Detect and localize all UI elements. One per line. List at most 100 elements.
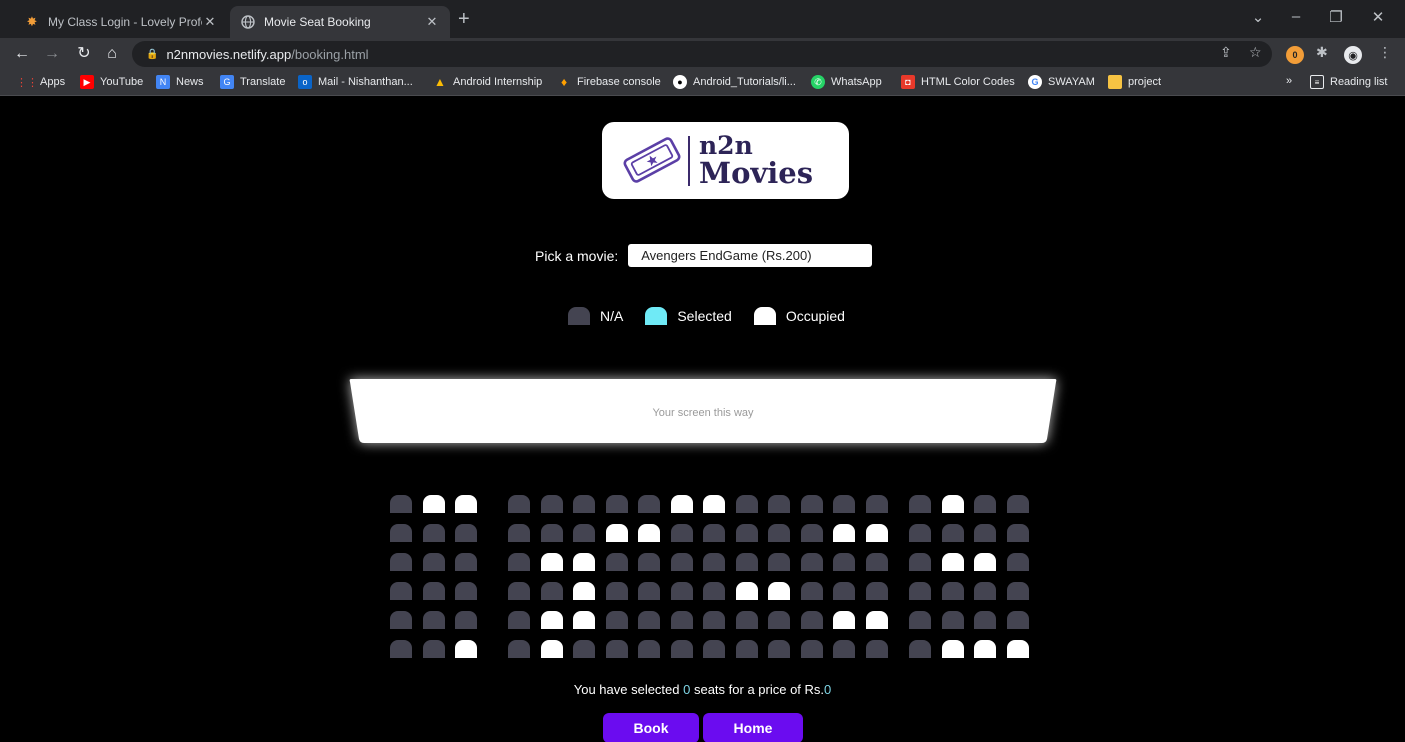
- seat-available[interactable]: [865, 640, 888, 658]
- book-button[interactable]: Book: [603, 713, 699, 742]
- seat-available[interactable]: [1006, 553, 1029, 571]
- window-close-icon[interactable]: ✕: [1368, 8, 1388, 26]
- home-button[interactable]: Home: [703, 713, 803, 742]
- bookmark-whatsapp[interactable]: ✆ WhatsApp: [811, 75, 882, 89]
- seat-available[interactable]: [909, 640, 931, 658]
- seat-available[interactable]: [638, 582, 660, 600]
- seat-available[interactable]: [768, 611, 790, 629]
- bookmark-swayam[interactable]: G SWAYAM: [1028, 75, 1095, 89]
- seat-available[interactable]: [670, 640, 693, 658]
- seat-available[interactable]: [508, 553, 530, 571]
- bookmark-translate[interactable]: G Translate: [220, 75, 285, 89]
- seat-available[interactable]: [974, 582, 996, 600]
- seat-available[interactable]: [670, 582, 693, 600]
- bookmark-html-color-codes[interactable]: ◘ HTML Color Codes: [901, 75, 1015, 89]
- seat-available[interactable]: [670, 524, 693, 542]
- seat-available[interactable]: [508, 582, 530, 600]
- close-icon[interactable]: ✕: [202, 14, 218, 30]
- seat-available[interactable]: [605, 495, 628, 513]
- reading-list[interactable]: ≡ Reading list: [1310, 75, 1387, 89]
- seat-available[interactable]: [768, 524, 790, 542]
- extension-badge-icon[interactable]: 0: [1286, 46, 1304, 64]
- seat-available[interactable]: [833, 582, 855, 600]
- seat-available[interactable]: [941, 611, 964, 629]
- minimize-icon[interactable]: –: [1286, 8, 1306, 25]
- star-icon[interactable]: ☆: [1249, 44, 1262, 61]
- address-bar[interactable]: 🔒 n2nmovies.netlify.app/booking.html: [132, 41, 1272, 67]
- seat-available[interactable]: [390, 582, 412, 600]
- new-tab-icon[interactable]: +: [458, 9, 470, 29]
- seat-available[interactable]: [422, 553, 445, 571]
- seat-available[interactable]: [638, 553, 660, 571]
- bookmark-apps[interactable]: ⋮⋮ Apps: [16, 75, 65, 89]
- bookmarks-overflow[interactable]: »: [1286, 75, 1292, 87]
- seat-available[interactable]: [390, 495, 412, 513]
- seat-available[interactable]: [909, 553, 931, 571]
- seat-available[interactable]: [508, 495, 530, 513]
- seat-available[interactable]: [390, 640, 412, 658]
- seat-available[interactable]: [390, 553, 412, 571]
- seat-available[interactable]: [638, 495, 660, 513]
- seat-available[interactable]: [390, 524, 412, 542]
- bookmark-youtube[interactable]: ▶ YouTube: [80, 75, 143, 89]
- seat-available[interactable]: [573, 495, 595, 513]
- seat-available[interactable]: [508, 640, 530, 658]
- seat-available[interactable]: [974, 495, 996, 513]
- seat-available[interactable]: [909, 524, 931, 542]
- seat-available[interactable]: [735, 640, 758, 658]
- bookmark-android-tutorials[interactable]: ● Android_Tutorials/li...: [673, 75, 796, 89]
- seat-available[interactable]: [508, 524, 530, 542]
- seat-available[interactable]: [800, 582, 823, 600]
- share-icon[interactable]: ⇪: [1220, 44, 1232, 61]
- seat-available[interactable]: [703, 640, 725, 658]
- seat-available[interactable]: [455, 524, 477, 542]
- seat-available[interactable]: [605, 553, 628, 571]
- seat-available[interactable]: [865, 582, 888, 600]
- seat-available[interactable]: [768, 640, 790, 658]
- seat-available[interactable]: [540, 582, 563, 600]
- seat-available[interactable]: [573, 524, 595, 542]
- seat-available[interactable]: [800, 553, 823, 571]
- seat-available[interactable]: [703, 582, 725, 600]
- bookmark-project[interactable]: project: [1108, 75, 1161, 89]
- restore-icon[interactable]: ❐: [1326, 8, 1346, 26]
- seat-available[interactable]: [1006, 495, 1029, 513]
- seat-available[interactable]: [540, 495, 563, 513]
- seat-available[interactable]: [455, 553, 477, 571]
- seat-available[interactable]: [455, 611, 477, 629]
- seat-available[interactable]: [800, 495, 823, 513]
- seat-available[interactable]: [800, 524, 823, 542]
- bookmark-android-internship[interactable]: ▲ Android Internship: [433, 75, 542, 89]
- seat-available[interactable]: [768, 495, 790, 513]
- seat-available[interactable]: [768, 553, 790, 571]
- seat-available[interactable]: [703, 524, 725, 542]
- seat-available[interactable]: [865, 553, 888, 571]
- seat-available[interactable]: [735, 553, 758, 571]
- seat-available[interactable]: [670, 553, 693, 571]
- bookmark-firebase[interactable]: ♦ Firebase console: [557, 75, 661, 89]
- seat-available[interactable]: [422, 640, 445, 658]
- seat-available[interactable]: [573, 640, 595, 658]
- seat-available[interactable]: [735, 611, 758, 629]
- seat-available[interactable]: [735, 495, 758, 513]
- reload-icon[interactable]: ↻: [74, 44, 94, 64]
- seat-available[interactable]: [865, 495, 888, 513]
- avatar[interactable]: ◉: [1344, 46, 1362, 64]
- seat-available[interactable]: [735, 524, 758, 542]
- bookmark-mail[interactable]: o Mail - Nishanthan...: [298, 75, 413, 89]
- puzzle-icon[interactable]: ✱: [1316, 44, 1328, 61]
- tab-search-icon[interactable]: ⌄: [1248, 8, 1268, 26]
- seat-available[interactable]: [1006, 582, 1029, 600]
- close-icon[interactable]: ✕: [424, 14, 440, 30]
- seat-available[interactable]: [1006, 524, 1029, 542]
- home-icon[interactable]: ⌂: [102, 44, 122, 64]
- seat-available[interactable]: [941, 582, 964, 600]
- seat-available[interactable]: [1006, 611, 1029, 629]
- seat-available[interactable]: [540, 524, 563, 542]
- seat-available[interactable]: [941, 524, 964, 542]
- seat-available[interactable]: [833, 640, 855, 658]
- seat-available[interactable]: [422, 582, 445, 600]
- forward-icon[interactable]: →: [42, 44, 62, 64]
- seat-available[interactable]: [605, 582, 628, 600]
- seat-available[interactable]: [909, 582, 931, 600]
